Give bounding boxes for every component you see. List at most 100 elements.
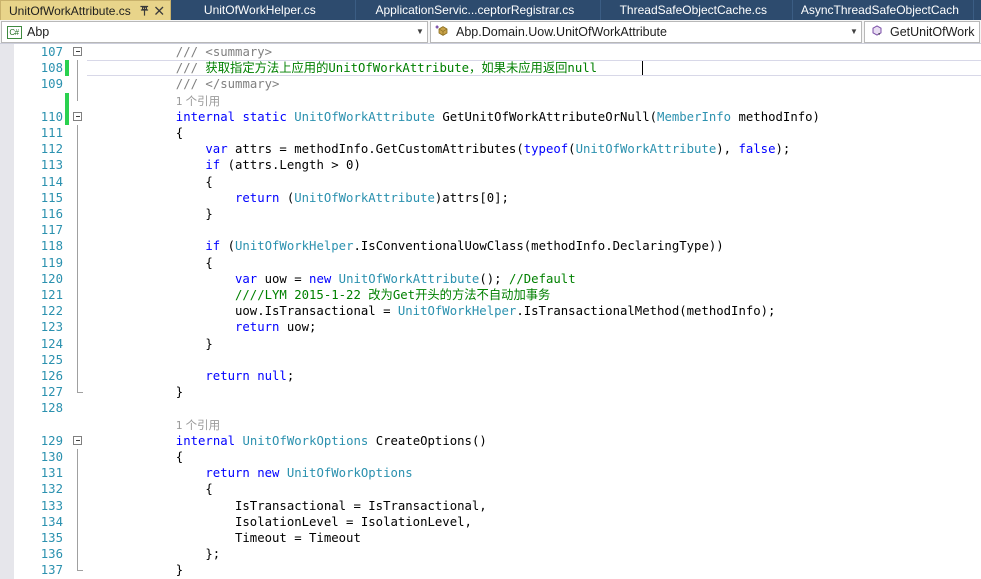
token-doc: </summary>: [205, 77, 280, 92]
code-text-area[interactable]: 107 /// <summary> 108 /// 获取指定方法上应用的UnitOfW…: [15, 44, 981, 579]
member-dropdown[interactable]: GetUnitOfWork: [864, 21, 980, 43]
code-text: if (UnitOfWorkHelper.IsConventionalUowCl…: [205, 238, 723, 254]
code-text: uow.IsTransactional = UnitOfWorkHelper.I…: [235, 303, 775, 319]
outlining-rail: [77, 530, 78, 547]
code-line[interactable]: 118 if (UnitOfWorkHelper.IsConventionalUo…: [15, 238, 981, 255]
editor-tab-strip: UnitOfWorkAttribute.cs UnitOfWorkHelper.c…: [0, 0, 981, 20]
token-pln: }: [175, 385, 184, 400]
code-line[interactable]: 134 IsolationLevel = IsolationLevel,: [15, 513, 981, 530]
token-pln: Timeout = Timeout: [235, 531, 361, 545]
editor-tab-4[interactable]: AsyncThreadSafeObjectCach: [792, 0, 974, 20]
code-text: 1 个引用: [176, 417, 220, 434]
editor-tab-label: ThreadSafeObjectCache.cs: [619, 3, 768, 17]
collapse-region-toggle[interactable]: [73, 47, 82, 56]
line-number: 120: [40, 271, 63, 286]
codelens-reference-count[interactable]: 1 个引用: [176, 419, 220, 432]
code-line[interactable]: 115 return (UnitOfWorkAttribute)attrs[0];: [15, 189, 981, 206]
outlining-rail: [77, 92, 78, 101]
code-line[interactable]: 119 {: [15, 254, 981, 271]
outlining-rail: [77, 449, 78, 466]
token-pln: ),: [716, 142, 739, 157]
code-line[interactable]: 111 {: [15, 125, 981, 142]
line-number: 110: [40, 109, 63, 124]
line-number: 109: [40, 77, 63, 92]
line-number: 121: [40, 288, 63, 302]
code-line[interactable]: 113 if (attrs.Length > 0): [15, 157, 981, 174]
code-text: internal static UnitOfWorkAttribute GetU…: [176, 109, 820, 125]
token-kw: if: [205, 239, 221, 254]
code-line[interactable]: 109 /// </summary>: [15, 76, 981, 93]
code-line[interactable]: 127}: [15, 384, 981, 400]
code-text: return (UnitOfWorkAttribute)attrs[0];: [235, 190, 509, 206]
line-number: 116: [40, 207, 63, 221]
code-line[interactable]: 123 return uow;: [15, 319, 981, 336]
token-pln: (: [220, 239, 236, 254]
editor-tab-0[interactable]: UnitOfWorkAttribute.cs: [0, 0, 171, 20]
code-line[interactable]: 129 internal UnitOfWorkOptions CreateOpti…: [15, 433, 981, 449]
code-line[interactable]: 130 {: [15, 449, 981, 466]
code-line[interactable]: 117: [15, 222, 981, 239]
token-pln: ;: [286, 369, 295, 383]
code-line[interactable]: 122 uow.IsTransactional = UnitOfWorkHelpe…: [15, 303, 981, 320]
code-text: IsTransactional = IsTransactional,: [235, 498, 487, 514]
code-line[interactable]: 135 Timeout = Timeout: [15, 530, 981, 547]
code-line[interactable]: 114 {: [15, 173, 981, 190]
editor-tab-2[interactable]: ApplicationServic...ceptorRegistrar.cs: [355, 0, 601, 20]
codelens-reference-count[interactable]: 1 个引用: [176, 95, 220, 108]
close-icon[interactable]: [152, 3, 167, 19]
code-text: IsolationLevel = IsolationLevel,: [235, 514, 472, 530]
code-line[interactable]: 131 return new UnitOfWorkOptions: [15, 465, 981, 482]
project-dropdown[interactable]: C# Abp ▼: [1, 21, 428, 43]
outlining-rail: [77, 157, 78, 174]
csharp-project-icon: C#: [5, 24, 23, 40]
outlining-rail: [77, 513, 78, 530]
code-line[interactable]: 133 IsTransactional = IsTransactional,: [15, 497, 981, 514]
code-text: return uow;: [235, 319, 316, 335]
editor-tab-1[interactable]: UnitOfWorkHelper.cs: [170, 0, 356, 20]
line-number: 123: [40, 320, 63, 335]
code-text: {: [176, 449, 183, 465]
code-text: 1 个引用: [176, 93, 220, 110]
code-line[interactable]: 132 {: [15, 481, 981, 498]
code-line[interactable]: 120 var uow = new UnitOfWorkAttribute(); …: [15, 270, 981, 287]
code-line[interactable]: 137}: [15, 562, 981, 578]
code-line[interactable]: 121 ////LYM 2015-1-22 改为Get开头的方法不自动加事务: [15, 287, 981, 304]
line-number: 119: [40, 255, 63, 270]
breakpoint-margin[interactable]: [0, 44, 15, 579]
code-line[interactable]: 116}: [15, 206, 981, 223]
token-kw: return: [205, 369, 250, 383]
outlining-rail: [77, 465, 78, 482]
codelens-row[interactable]: 1 个引用: [15, 417, 981, 433]
editor-tab-3[interactable]: ThreadSafeObjectCache.cs: [600, 0, 793, 20]
chevron-down-icon[interactable]: ▼: [413, 22, 427, 42]
code-line[interactable]: 108 /// 获取指定方法上应用的UnitOfWorkAttribute，如果未…: [15, 60, 981, 77]
token-pln: {: [175, 126, 184, 140]
code-line[interactable]: 125: [15, 351, 981, 368]
code-line[interactable]: 136};: [15, 546, 981, 563]
line-number: 112: [40, 142, 63, 157]
editor-tab-label: UnitOfWorkHelper.cs: [203, 3, 316, 17]
type-dropdown-value: Abp.Domain.Uow.UnitOfWorkAttribute: [456, 25, 667, 39]
token-kw: var: [205, 142, 228, 157]
collapse-region-toggle[interactable]: [73, 111, 82, 121]
code-line[interactable]: 107 /// <summary>: [15, 44, 981, 60]
code-line[interactable]: 126 return null;: [15, 368, 981, 385]
token-pln: CreateOptions(): [368, 433, 487, 448]
chevron-down-icon[interactable]: ▼: [847, 22, 861, 42]
token-typ: UnitOfWorkAttribute: [338, 271, 480, 286]
token-pln: }: [175, 563, 184, 578]
collapse-region-toggle[interactable]: [73, 435, 82, 445]
token-kw: typeof: [523, 142, 569, 157]
type-dropdown[interactable]: Abp.Domain.Uow.UnitOfWorkAttribute ▼: [430, 21, 862, 43]
token-typ: UnitOfWorkAttribute: [575, 142, 717, 157]
code-editor[interactable]: 107 /// <summary> 108 /// 获取指定方法上应用的UnitOfW…: [0, 44, 981, 579]
code-line[interactable]: 128: [15, 400, 981, 416]
token-pln: IsTransactional = IsTransactional,: [235, 498, 487, 513]
code-line[interactable]: 124}: [15, 335, 981, 352]
pin-icon[interactable]: [137, 3, 152, 19]
outlining-rail: [77, 270, 78, 287]
code-line[interactable]: 112 var attrs = methodInfo.GetCustomAttri…: [15, 141, 981, 158]
token-pln: (: [279, 190, 295, 205]
code-line[interactable]: 110 internal static UnitOfWorkAttribute G…: [15, 108, 981, 125]
codelens-row[interactable]: 1 个引用: [15, 92, 981, 110]
